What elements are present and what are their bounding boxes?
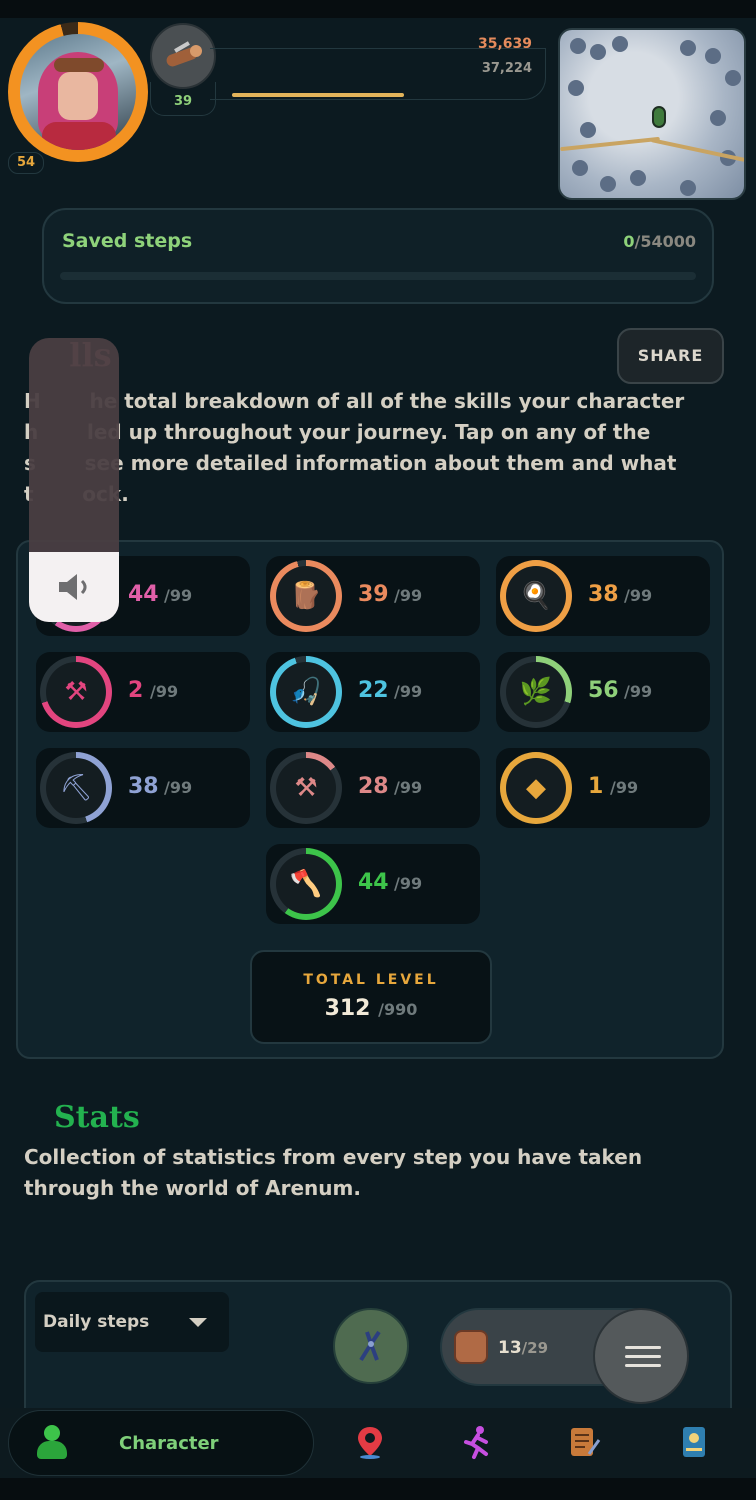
herb-icon: 🌿 [506,662,566,722]
skills-description: H he total breakdown of all of the skill… [24,389,685,506]
skill-card[interactable]: 🪵 39/99 [266,556,480,636]
character-icon [35,1425,69,1461]
skill-level: 22 [358,678,389,703]
log-icon [166,41,202,67]
skill-level: 44 [128,582,159,607]
anvil-icon: ⚒ [276,758,336,818]
status-bar [0,0,756,18]
stats-description: Collection of statistics from every step… [24,1145,643,1200]
skill-card[interactable]: 🎣 22/99 [266,652,480,732]
xp-next: 37,224 [481,61,532,76]
backpack-icon [454,1330,488,1364]
saved-steps-count: 0/54000 [623,232,696,251]
skill-progress-ring: 🎣 [270,656,342,728]
skill-max: /99 [394,778,423,797]
volume-slider[interactable] [29,338,119,622]
skill-progress-ring: 🌿 [500,656,572,728]
pliers-icon [359,1330,381,1362]
nav-character[interactable]: Character [8,1410,314,1476]
xp-progress-bar [232,93,404,97]
stats-period-dropdown[interactable]: Daily steps [35,1292,229,1352]
inventory-count: 13/29 [498,1338,549,1358]
saved-steps-progress [60,272,696,280]
skill-progress-ring: 🪵 [270,560,342,632]
map-pin-icon[interactable] [352,1424,388,1460]
total-level-box: TOTAL LEVEL 312 /990 [250,950,492,1044]
speaker-icon [55,572,95,602]
xp-current: 35,639 [477,36,532,52]
skill-level: 38 [128,774,159,799]
skills-grid: ❤44/99🪵39/99🍳38/99⚒2/99🎣22/99🌿56/99⛏38/9… [16,540,724,1059]
skill-card[interactable]: ⚒ 28/99 [266,748,480,828]
journal-icon[interactable] [676,1424,712,1460]
total-level-value: 312 /990 [324,996,418,1021]
character-page: 54 39 35,639 37,224 Saved steps 0/54000 [0,18,756,1408]
quest-scroll-icon[interactable] [567,1424,603,1460]
skill-max: /99 [394,586,423,605]
menu-button[interactable] [593,1308,689,1404]
player-level-badge: 54 [8,152,44,174]
bottom-nav: Character [0,1408,756,1478]
skill-card[interactable]: 🌿 56/99 [496,652,710,732]
dropdown-value: Daily steps [43,1312,150,1332]
skill-max: /99 [624,682,653,701]
player-avatar[interactable] [8,22,148,162]
skill-progress-ring: ◆ [500,752,572,824]
skill-progress-ring: 🪓 [270,848,342,920]
log-icon: 🪵 [276,566,336,626]
hammer-icon: ⚒ [46,662,106,722]
nav-character-label: Character [119,1433,219,1454]
running-icon[interactable] [458,1424,494,1460]
stats-title: Stats [54,1100,140,1135]
skill-progress-ring: ⚒ [40,656,112,728]
pickaxe-icon: ⛏ [46,758,106,818]
avatar-portrait [20,34,136,150]
skill-max: /99 [624,586,653,605]
total-level-label: TOTAL LEVEL [303,972,439,988]
skill-level: 44 [358,870,389,895]
gem-icon: ◆ [506,758,566,818]
share-button[interactable]: SHARE [617,328,724,384]
skill-level: 39 [358,582,389,607]
skill-progress-ring: ⚒ [270,752,342,824]
skill-level: 2 [128,678,144,703]
skill-max: /99 [164,778,193,797]
current-skill-button[interactable] [150,23,216,89]
skill-level: 28 [358,774,389,799]
skill-card[interactable]: ◆ 1/99 [496,748,710,828]
skill-max: /99 [394,682,423,701]
tool-button[interactable] [333,1308,409,1384]
skill-level: 38 [588,582,619,607]
skill-level: 56 [588,678,619,703]
skill-max: /99 [150,682,179,701]
skill-card[interactable]: 🍳 38/99 [496,556,710,636]
skill-level: 1 [588,774,604,799]
menu-icon [625,1346,661,1349]
frying-pan-icon: 🍳 [506,566,566,626]
skill-max: /99 [610,778,639,797]
skill-card[interactable]: ⚒ 2/99 [36,652,250,732]
skill-progress-ring: ⛏ [40,752,112,824]
system-nav-bar [0,1478,756,1500]
skill-max: /99 [394,874,423,893]
saved-steps-panel: Saved steps 0/54000 [42,208,714,304]
skill-card[interactable]: ⛏ 38/99 [36,748,250,828]
skill-max: /99 [164,586,193,605]
fishing-rod-icon: 🎣 [276,662,336,722]
saved-steps-label: Saved steps [62,230,193,252]
chevron-down-icon [189,1318,207,1327]
player-marker [652,106,666,128]
axe-icon: 🪓 [276,854,336,914]
skill-progress-ring: 🍳 [500,560,572,632]
skill-card[interactable]: 🪓 44/99 [266,844,480,924]
minimap[interactable] [558,28,746,200]
